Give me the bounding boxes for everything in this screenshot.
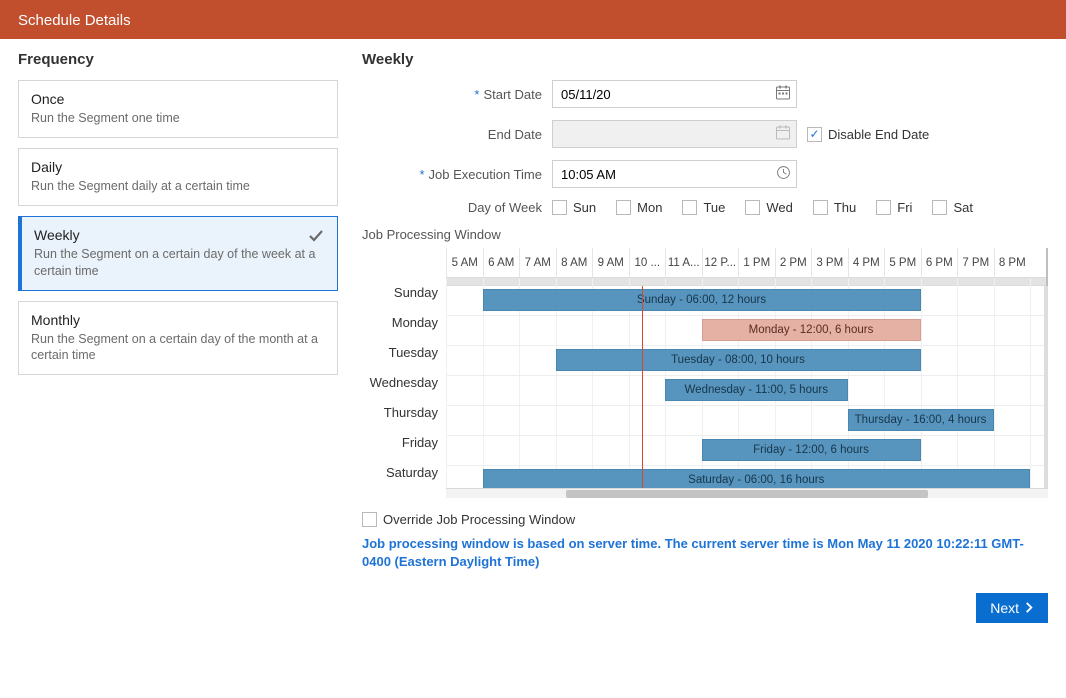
- disable-end-date-label: Disable End Date: [828, 127, 929, 142]
- jpw-hour-header: 2 PM: [775, 248, 812, 277]
- jpw-bar-wednesday[interactable]: Wednesday - 11:00, 5 hours: [665, 379, 848, 401]
- job-exec-time-label: *Job Execution Time: [362, 167, 552, 182]
- jpw-bar-sunday[interactable]: Sunday - 06:00, 12 hours: [483, 289, 921, 311]
- dow-label-sun: Sun: [573, 200, 596, 215]
- jpw-bar-monday[interactable]: Monday - 12:00, 6 hours: [702, 319, 921, 341]
- current-time-line: [642, 286, 643, 488]
- end-date-label: End Date: [362, 127, 552, 142]
- dow-label-mon: Mon: [637, 200, 662, 215]
- banner-title: Schedule Details: [18, 12, 131, 29]
- job-processing-window-chart: 5 AM6 AM7 AM8 AM9 AM10 ...11 A...12 P...…: [446, 248, 1046, 488]
- job-exec-time-input[interactable]: [552, 160, 797, 188]
- next-button-label: Next: [990, 600, 1019, 616]
- jpw-bar-saturday[interactable]: Saturday - 06:00, 16 hours: [483, 469, 1031, 488]
- dow-checkbox-tue[interactable]: [682, 200, 697, 215]
- jpw-hour-header: 12 P...: [702, 248, 739, 277]
- jpw-hour-header: 7 AM: [519, 248, 556, 277]
- jpw-bar-thursday[interactable]: Thursday - 16:00, 4 hours: [848, 409, 994, 431]
- jpw-label: Job Processing Window: [362, 227, 1048, 242]
- dow-checkbox-mon[interactable]: [616, 200, 631, 215]
- dow-label-tue: Tue: [703, 200, 725, 215]
- jpw-bar-tuesday[interactable]: Tuesday - 08:00, 10 hours: [556, 349, 921, 371]
- schedule-details-banner: Schedule Details: [0, 0, 1066, 39]
- jpw-vertical-scrollbar[interactable]: [1044, 286, 1048, 488]
- jpw-hour-header: 5 AM: [446, 248, 483, 277]
- override-jpw-label: Override Job Processing Window: [383, 512, 575, 527]
- jpw-hour-header: 1 PM: [738, 248, 775, 277]
- jpw-day-label: Friday: [362, 428, 446, 458]
- jpw-hour-header: 6 AM: [483, 248, 520, 277]
- next-button[interactable]: Next: [976, 593, 1048, 623]
- jpw-hour-header: 8 PM: [994, 248, 1031, 277]
- frequency-option-title: Monthly: [31, 312, 325, 328]
- jpw-day-label: Monday: [362, 308, 446, 338]
- weekly-heading: Weekly: [362, 51, 1048, 68]
- jpw-row: Sunday - 06:00, 12 hours: [446, 286, 1046, 316]
- jpw-hour-header: 8 AM: [556, 248, 593, 277]
- jpw-day-label: Wednesday: [362, 368, 446, 398]
- jpw-hour-header: 11 A...: [665, 248, 702, 277]
- jpw-day-label: Tuesday: [362, 338, 446, 368]
- frequency-heading: Frequency: [18, 51, 338, 68]
- dow-label-fri: Fri: [897, 200, 912, 215]
- frequency-option-title: Once: [31, 91, 325, 107]
- dow-checkbox-wed[interactable]: [745, 200, 760, 215]
- jpw-horizontal-scrollbar[interactable]: [446, 488, 1048, 498]
- jpw-row: Monday - 12:00, 6 hours: [446, 316, 1046, 346]
- frequency-option-monthly[interactable]: Monthly Run the Segment on a certain day …: [18, 301, 338, 376]
- jpw-day-label: Thursday: [362, 398, 446, 428]
- dow-checkbox-sun[interactable]: [552, 200, 567, 215]
- jpw-hour-header: 7 PM: [957, 248, 994, 277]
- frequency-option-desc: Run the Segment on a certain day of the …: [31, 331, 325, 365]
- jpw-hour-header: 6 PM: [921, 248, 958, 277]
- day-of-week-label: Day of Week: [362, 200, 552, 215]
- disable-end-date-checkbox[interactable]: [807, 127, 822, 142]
- jpw-day-label: Saturday: [362, 458, 446, 488]
- chevron-right-icon: [1025, 600, 1034, 616]
- frequency-option-desc: Run the Segment one time: [31, 110, 325, 127]
- jpw-hour-header: 5 PM: [884, 248, 921, 277]
- jpw-row: Saturday - 06:00, 16 hours: [446, 466, 1046, 488]
- jpw-row: Wednesday - 11:00, 5 hours: [446, 376, 1046, 406]
- start-date-input[interactable]: [552, 80, 797, 108]
- start-date-label: *Start Date: [362, 87, 552, 102]
- jpw-row: Friday - 12:00, 6 hours: [446, 436, 1046, 466]
- frequency-option-weekly[interactable]: Weekly Run the Segment on a certain day o…: [18, 216, 338, 291]
- jpw-row: Tuesday - 08:00, 10 hours: [446, 346, 1046, 376]
- jpw-bar-friday[interactable]: Friday - 12:00, 6 hours: [702, 439, 921, 461]
- dow-checkbox-fri[interactable]: [876, 200, 891, 215]
- frequency-option-daily[interactable]: Daily Run the Segment daily at a certain …: [18, 148, 338, 206]
- check-icon: [307, 227, 325, 248]
- dow-checkbox-sat[interactable]: [932, 200, 947, 215]
- dow-label-sat: Sat: [953, 200, 973, 215]
- frequency-option-desc: Run the Segment daily at a certain time: [31, 178, 325, 195]
- frequency-option-title: Daily: [31, 159, 325, 175]
- jpw-row: Thursday - 16:00, 4 hours: [446, 406, 1046, 436]
- server-time-note: Job processing window is based on server…: [362, 535, 1048, 571]
- dow-checkbox-thu[interactable]: [813, 200, 828, 215]
- frequency-option-once[interactable]: Once Run the Segment one time: [18, 80, 338, 138]
- jpw-hour-header: 10 ...: [629, 248, 666, 277]
- jpw-hour-header: 3 PM: [811, 248, 848, 277]
- jpw-hour-header: 9 AM: [592, 248, 629, 277]
- dow-label-wed: Wed: [766, 200, 793, 215]
- frequency-option-title: Weekly: [34, 227, 325, 243]
- jpw-day-label: Sunday: [362, 278, 446, 308]
- jpw-hour-header: 4 PM: [848, 248, 885, 277]
- dow-label-thu: Thu: [834, 200, 856, 215]
- end-date-input: [552, 120, 797, 148]
- frequency-option-desc: Run the Segment on a certain day of the …: [34, 246, 325, 280]
- override-jpw-checkbox[interactable]: [362, 512, 377, 527]
